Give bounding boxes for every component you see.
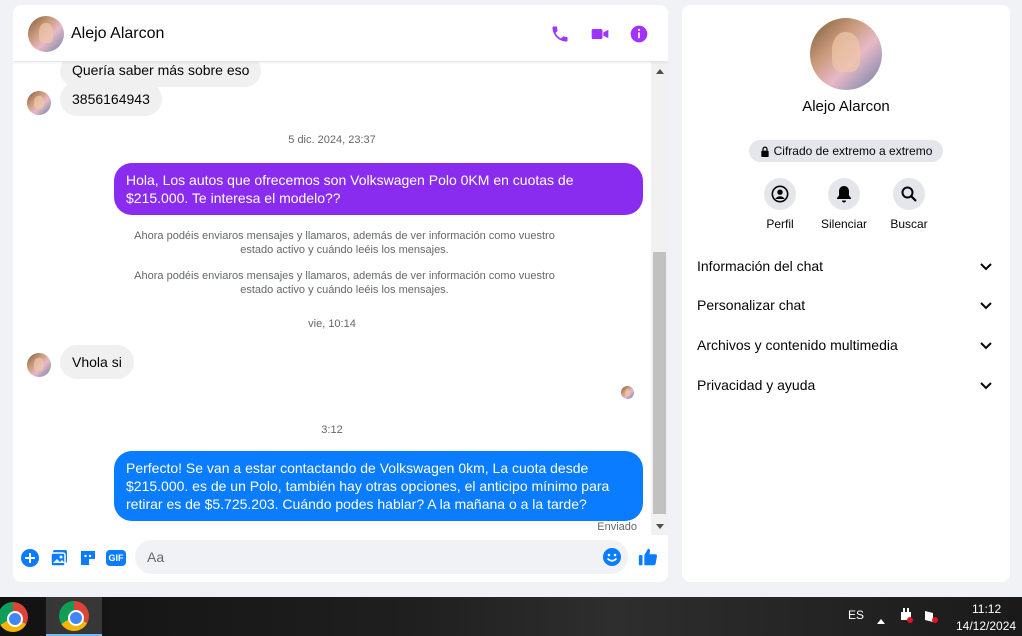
message-list[interactable]: Quería saber más sobre eso 3856164943 5 … <box>13 62 651 535</box>
outgoing-message: Perfecto! Se van a estar contactando de … <box>114 451 643 521</box>
phone-icon[interactable] <box>548 22 572 46</box>
clock-date[interactable]: 14/12/2024 <box>956 619 1016 633</box>
taskbar-chrome-active[interactable] <box>46 597 102 636</box>
sent-status: Enviado <box>597 521 637 533</box>
profile-avatar[interactable] <box>810 18 882 90</box>
outgoing-message: Hola, Los autos que ofrecemos son Volksw… <box>114 163 643 215</box>
timestamp: 5 dic. 2024, 23:37 <box>288 134 376 146</box>
contact-avatar[interactable] <box>28 16 64 52</box>
section-chat-info[interactable]: Información del chat <box>682 248 1010 284</box>
incoming-message: Vhola si <box>60 345 134 379</box>
section-customize-chat[interactable]: Personalizar chat <box>682 287 1010 323</box>
mute-label: Silenciar <box>820 217 868 231</box>
read-receipt-avatar <box>621 386 634 399</box>
gif-label: GIF <box>106 550 126 566</box>
scroll-down-icon[interactable] <box>651 518 668 535</box>
chevron-up-icon[interactable] <box>877 611 885 629</box>
scroll-up-icon[interactable] <box>651 62 668 79</box>
conversation-info-panel: Alejo Alarcon Cifrado de extremo a extre… <box>682 5 1010 582</box>
gif-icon[interactable]: GIF <box>105 547 127 569</box>
contact-avatar-small[interactable] <box>27 353 51 377</box>
profile-icon <box>764 178 796 210</box>
emoji-icon[interactable] <box>602 547 622 567</box>
message-input-placeholder: Aa <box>147 549 165 565</box>
taskbar: ES 11:12 14/12/2024 <box>0 597 1022 636</box>
profile-button[interactable]: Perfil <box>748 178 812 231</box>
encryption-badge[interactable]: Cifrado de extremo a extremo <box>749 140 943 162</box>
encryption-label: Cifrado de extremo a extremo <box>773 144 933 158</box>
section-label: Personalizar chat <box>697 297 806 313</box>
search-icon <box>893 178 925 210</box>
plus-icon[interactable] <box>19 547 41 569</box>
contact-name[interactable]: Alejo Alarcon <box>71 25 164 43</box>
timestamp: vie, 10:14 <box>308 318 356 330</box>
chrome-icon <box>59 601 89 631</box>
scrollbar-thumb[interactable] <box>653 252 666 514</box>
bell-icon <box>828 178 860 210</box>
image-icon[interactable] <box>48 547 70 569</box>
chevron-down-icon <box>978 337 994 353</box>
clock-time[interactable]: 11:12 <box>972 602 1001 616</box>
lock-icon <box>760 146 769 157</box>
sticker-icon[interactable] <box>77 547 99 569</box>
timestamp: 3:12 <box>321 424 343 436</box>
chevron-down-icon <box>978 258 994 274</box>
section-label: Privacidad y ayuda <box>697 377 816 393</box>
section-label: Archivos y contenido multimedia <box>697 337 898 353</box>
chrome-icon[interactable] <box>0 602 28 632</box>
video-call-icon[interactable] <box>588 22 612 46</box>
scrollbar[interactable] <box>651 62 668 535</box>
section-privacy-support[interactable]: Privacidad y ayuda <box>682 367 1010 403</box>
profile-label: Perfil <box>766 217 794 231</box>
search-label: Buscar <box>890 217 928 231</box>
chevron-down-icon <box>978 297 994 313</box>
message-input[interactable]: Aa <box>135 540 628 574</box>
search-button[interactable]: Buscar <box>877 178 941 231</box>
info-icon[interactable] <box>627 22 651 46</box>
chevron-down-icon <box>978 377 994 393</box>
profile-name: Alejo Alarcon <box>802 98 890 115</box>
incoming-message: 3856164943 <box>60 82 162 116</box>
contact-avatar-small[interactable] <box>27 91 51 115</box>
system-note: Ahora podéis enviaros mensajes y llamaro… <box>134 270 555 296</box>
chat-panel: Alejo Alarcon Quería saber más sobre eso… <box>13 5 668 582</box>
language-indicator[interactable]: ES <box>848 608 864 622</box>
composer: GIF Aa <box>13 535 668 582</box>
power-plug-icon[interactable] <box>899 608 913 629</box>
section-label: Información del chat <box>697 258 824 274</box>
mute-button[interactable]: Silenciar <box>812 178 876 231</box>
chat-header: Alejo Alarcon <box>13 5 668 62</box>
section-files-media[interactable]: Archivos y contenido multimedia <box>682 327 1010 363</box>
network-muted-icon[interactable] <box>924 608 938 629</box>
like-icon[interactable] <box>636 545 660 569</box>
system-note: Ahora podéis enviaros mensajes y llamaro… <box>134 230 555 256</box>
